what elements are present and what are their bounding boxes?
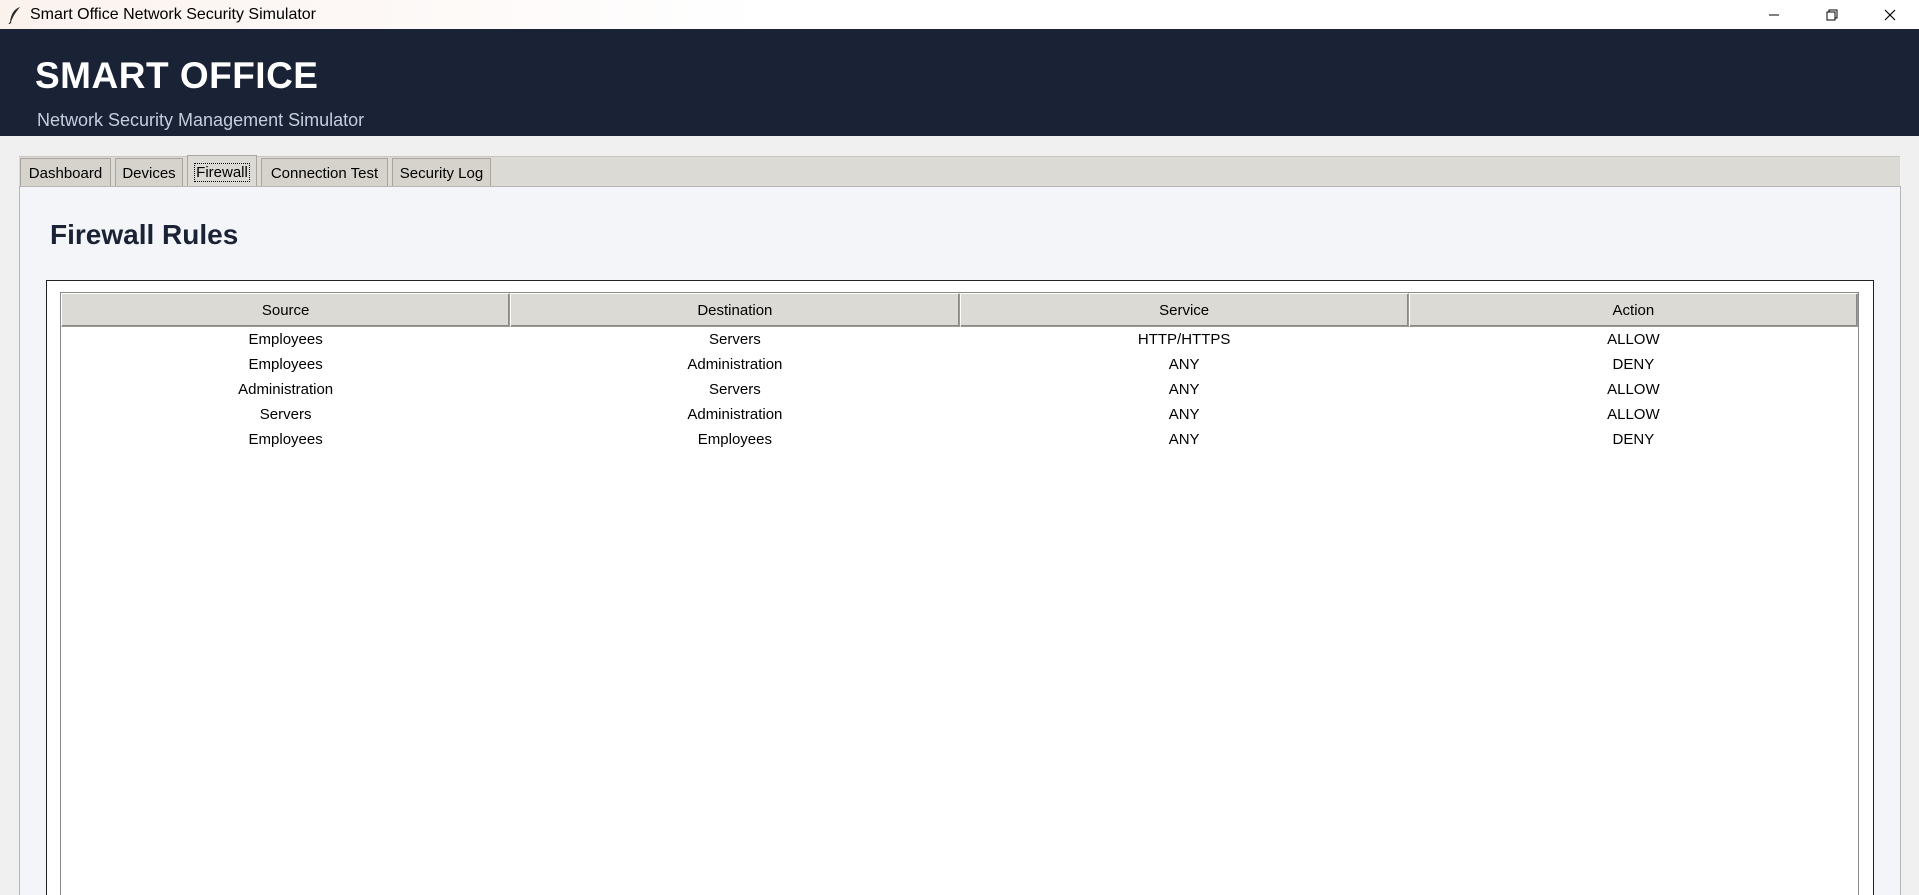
cell-source: Servers — [259, 406, 312, 423]
cell-action: DENY — [1612, 431, 1655, 448]
column-header-service[interactable]: Service — [959, 293, 1409, 327]
minimize-icon — [1769, 14, 1779, 15]
feather-icon — [5, 5, 25, 25]
window-title: Smart Office Network Security Simulator — [30, 5, 317, 23]
tab-label: Dashboard — [28, 164, 103, 182]
table-row[interactable]: Servers Administration ANY ALLOW — [61, 402, 1858, 427]
table-row[interactable]: Employees Servers HTTP/HTTPS ALLOW — [61, 327, 1858, 352]
tab-label: Connection Test — [270, 164, 379, 182]
app-subtitle: Network Security Management Simulator — [37, 110, 365, 130]
cell-source: Administration — [238, 381, 334, 398]
cell-service: ANY — [1168, 406, 1200, 423]
column-header-source[interactable]: Source — [61, 293, 511, 327]
cell-service: ANY — [1168, 356, 1200, 373]
cell-source: Employees — [248, 431, 323, 448]
table-row[interactable]: Employees Employees ANY DENY — [61, 427, 1858, 452]
firewall-rules-table[interactable]: Source Destination Service Action Employ… — [60, 292, 1859, 895]
cell-source: Employees — [248, 356, 323, 373]
cell-destination: Administration — [687, 356, 783, 373]
cell-destination: Servers — [709, 381, 761, 398]
cell-action: ALLOW — [1607, 331, 1660, 348]
cell-action: DENY — [1612, 356, 1655, 373]
cell-destination: Employees — [697, 431, 772, 448]
close-button[interactable] — [1861, 0, 1919, 29]
tab-label: Firewall — [194, 162, 250, 182]
cell-service: ANY — [1168, 431, 1200, 448]
column-header-destination[interactable]: Destination — [510, 293, 960, 327]
cell-action: ALLOW — [1607, 406, 1660, 423]
tab-security-log[interactable]: Security Log — [392, 158, 491, 187]
window-titlebar: Smart Office Network Security Simulator — [0, 0, 1919, 29]
page-title: Firewall Rules — [50, 219, 239, 250]
table-row[interactable]: Administration Servers ANY ALLOW — [61, 377, 1858, 402]
tab-devices[interactable]: Devices — [115, 158, 183, 187]
column-header-action[interactable]: Action — [1408, 293, 1858, 327]
restore-button[interactable] — [1803, 0, 1861, 29]
restore-icon — [1826, 9, 1838, 20]
app-header: SMART OFFICE Network Security Management… — [0, 29, 1919, 136]
table-body: Employees Servers HTTP/HTTPS ALLOW Emplo… — [61, 327, 1858, 452]
minimize-button[interactable] — [1745, 0, 1803, 29]
cell-action: ALLOW — [1607, 381, 1660, 398]
cell-destination: Administration — [687, 406, 783, 423]
table-header: Source Destination Service Action — [61, 293, 1858, 327]
cell-destination: Servers — [709, 331, 761, 348]
tab-label: Devices — [122, 164, 176, 182]
table-row[interactable]: Employees Administration ANY DENY — [61, 352, 1858, 377]
close-icon — [1884, 9, 1896, 20]
tab-connection-test[interactable]: Connection Test — [261, 158, 388, 187]
tab-label: Security Log — [399, 164, 484, 182]
app-title: SMART OFFICE — [35, 55, 319, 96]
tab-dashboard[interactable]: Dashboard — [20, 158, 111, 187]
cell-service: HTTP/HTTPS — [1137, 331, 1231, 348]
tab-firewall[interactable]: Firewall — [187, 155, 257, 188]
cell-service: ANY — [1168, 381, 1200, 398]
cell-source: Employees — [248, 331, 323, 348]
